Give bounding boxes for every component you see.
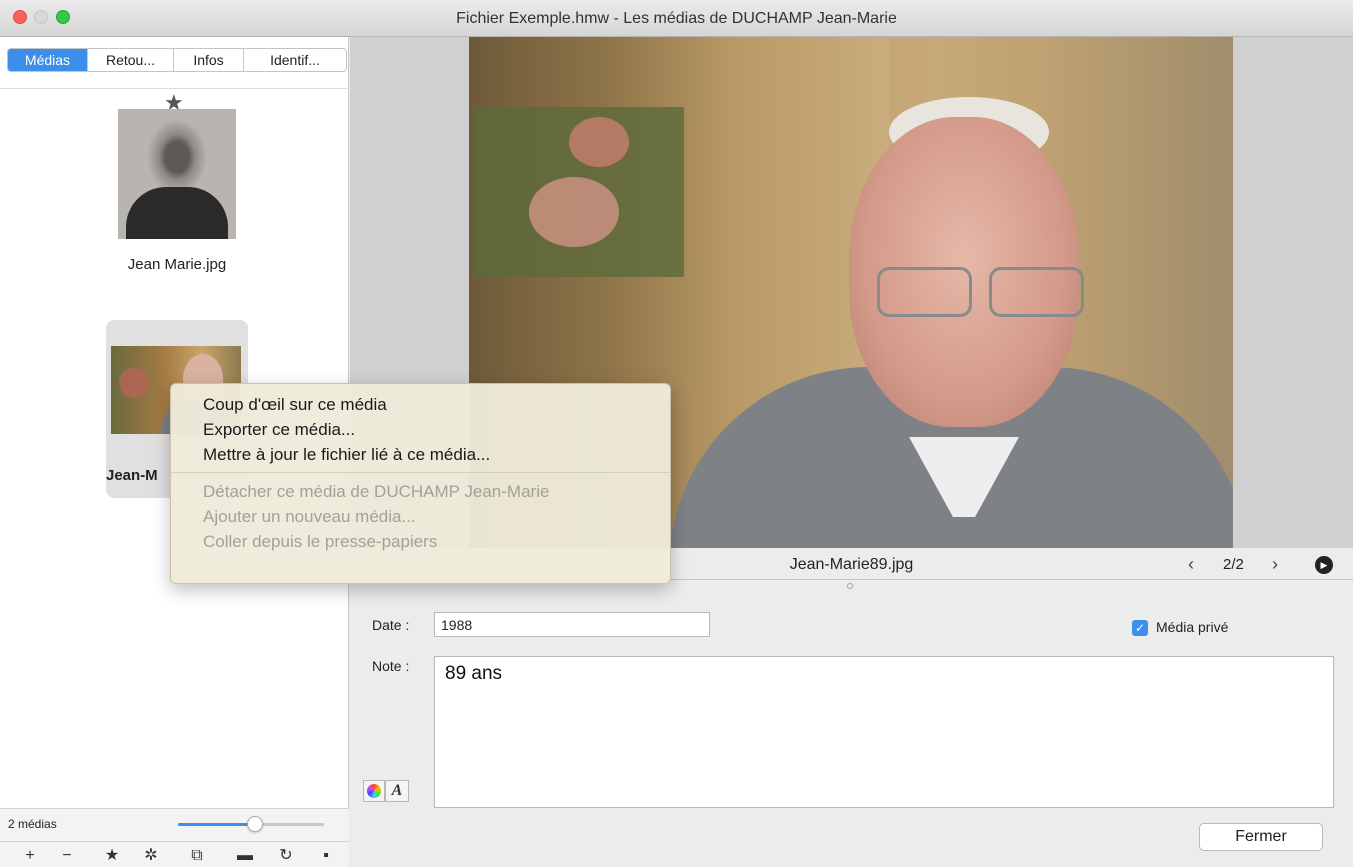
- footer-divider: [0, 841, 349, 842]
- photo-flower: [529, 177, 619, 247]
- media-count: 2 médias: [8, 817, 57, 831]
- thumbnail-painting: [119, 368, 149, 398]
- font-icon[interactable]: A: [385, 780, 409, 802]
- gear-icon[interactable]: ✲: [140, 847, 162, 865]
- star-icon[interactable]: ★: [101, 847, 123, 865]
- note-label: Note :: [372, 658, 410, 674]
- sidebar-footer: 2 médias + − ★ ✲ ⧉ ▬ ↻ ▪: [0, 808, 349, 867]
- refresh-icon[interactable]: ↻: [275, 847, 297, 865]
- media-filename-1: Jean Marie.jpg: [127, 256, 227, 273]
- menu-separator: [171, 472, 670, 473]
- tab-bar: Médias Retou... Infos Identif...: [7, 48, 347, 72]
- menu-item-add-media: Ajouter un nouveau média...: [203, 507, 416, 526]
- splitter-handle[interactable]: [847, 583, 853, 589]
- tab-medias[interactable]: Médias: [8, 49, 88, 71]
- tab-retouche[interactable]: Retou...: [88, 49, 174, 71]
- close-button[interactable]: Fermer: [1199, 823, 1323, 851]
- context-menu: Coup d'œil sur ce média Exporter ce médi…: [170, 383, 671, 584]
- add-icon[interactable]: +: [19, 847, 41, 865]
- menu-item-update-linked-file[interactable]: Mettre à jour le fichier lié à ce média.…: [171, 442, 670, 467]
- save-icon[interactable]: ▪: [315, 847, 337, 865]
- gallery-icon[interactable]: ⧉: [186, 847, 208, 865]
- tab-identification[interactable]: Identif...: [244, 49, 346, 71]
- title-bar: Fichier Exemple.hmw - Les médias de DUCH…: [0, 0, 1353, 37]
- menu-item-export[interactable]: Exporter ce média...: [171, 417, 670, 442]
- window-title: Fichier Exemple.hmw - Les médias de DUCH…: [456, 10, 897, 27]
- menu-item-quick-look[interactable]: Coup d'œil sur ce média: [171, 392, 670, 417]
- portrait-photo-body: [126, 187, 228, 239]
- remove-icon[interactable]: −: [56, 847, 78, 865]
- slider-knob[interactable]: [247, 816, 264, 832]
- note-field[interactable]: 89 ans: [434, 656, 1334, 808]
- tab-infos[interactable]: Infos: [174, 49, 244, 71]
- photo-flower: [569, 117, 629, 167]
- date-field[interactable]: [434, 612, 710, 637]
- folder-icon[interactable]: ▬: [234, 847, 256, 865]
- date-label: Date :: [372, 617, 410, 633]
- slider-fill: [178, 823, 256, 826]
- chevron-right-icon[interactable]: ›: [1272, 554, 1278, 575]
- tab-divider: [0, 88, 349, 89]
- menu-item-detach: Détacher ce média de DUCHAMP Jean-Marie: [203, 482, 550, 501]
- color-picker-icon[interactable]: [363, 780, 385, 802]
- private-checkbox[interactable]: ✓: [1132, 620, 1148, 636]
- photo-position: 2/2: [1223, 556, 1244, 573]
- chevron-left-icon[interactable]: ‹: [1188, 554, 1194, 575]
- media-filename-2: Jean-M: [106, 467, 158, 484]
- media-thumbnail-1[interactable]: [118, 109, 236, 239]
- photo-glasses: [877, 267, 1087, 317]
- play-icon[interactable]: ▶: [1315, 556, 1333, 574]
- private-label: Média privé: [1156, 619, 1229, 635]
- menu-item-paste: Coller depuis le presse-papiers: [203, 532, 438, 551]
